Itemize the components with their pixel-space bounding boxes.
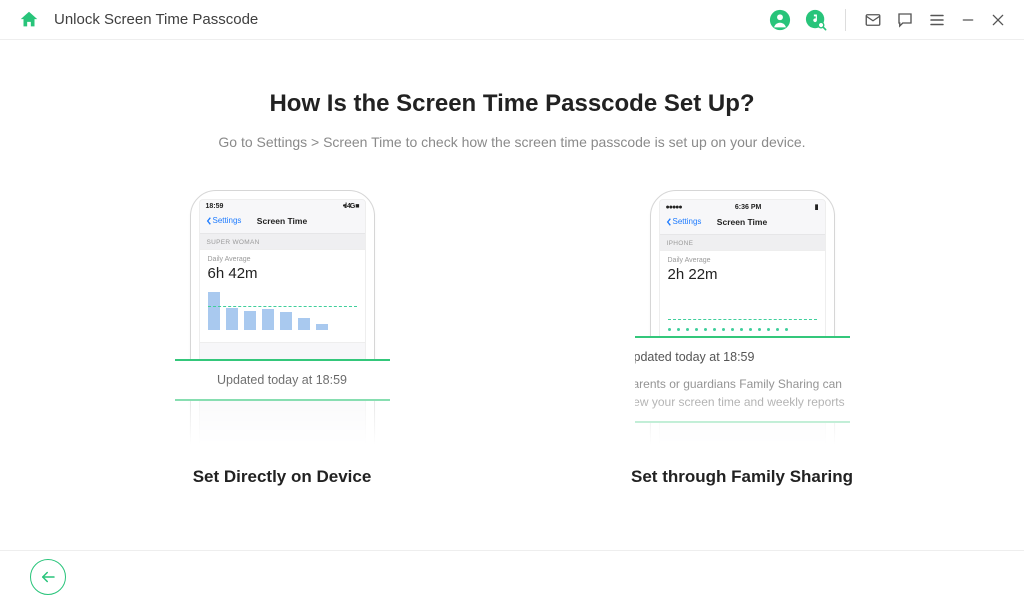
phone-mockup-right: ●●●●● 6:36 PM ▮ Settings Screen Time IPH… <box>635 190 850 445</box>
close-icon[interactable] <box>990 12 1006 28</box>
option-family-sharing[interactable]: ●●●●● 6:36 PM ▮ Settings Screen Time IPH… <box>592 190 892 487</box>
account-icon[interactable] <box>769 9 791 31</box>
phone-section-label: SUPER WOMAN <box>200 234 365 249</box>
phone-time: 18:59 <box>206 203 224 210</box>
phone-mockup-left: 18:59 •ıl 4G ■ Settings Screen Time SUPE… <box>175 190 390 445</box>
phone-time: 6:36 PM <box>735 204 761 211</box>
main-content: How Is the Screen Time Passcode Set Up? … <box>0 40 1024 487</box>
usage-dot-chart <box>668 289 817 339</box>
home-icon[interactable] <box>18 9 40 31</box>
header-bar: Unlock Screen Time Passcode <box>0 0 1024 40</box>
overlay-line1: Updated today at 18:59 <box>635 348 850 366</box>
option-label-direct: Set Directly on Device <box>193 467 372 487</box>
header-right <box>769 9 1006 31</box>
overlay-family-sharing: Updated today at 18:59 Parents or guardi… <box>635 336 850 423</box>
phone-nav-title: Screen Time <box>200 216 365 226</box>
option-direct-device[interactable]: 18:59 •ıl 4G ■ Settings Screen Time SUPE… <box>132 190 432 487</box>
phone-signal-dots: ●●●●● <box>666 204 682 211</box>
overlay-line2: Parents or guardians Family Sharing can … <box>635 376 850 411</box>
phone-nav-title: Screen Time <box>660 217 825 227</box>
mail-icon[interactable] <box>864 11 882 29</box>
daily-average-value: 2h 22m <box>668 266 817 283</box>
header-left: Unlock Screen Time Passcode <box>18 9 769 31</box>
header-divider <box>845 9 846 31</box>
menu-icon[interactable] <box>928 11 946 29</box>
daily-average-label: Daily Average <box>668 257 817 264</box>
overlay-updated-text: Updated today at 18:59 <box>175 359 390 401</box>
daily-average-value: 6h 42m <box>208 265 357 282</box>
footer-bar <box>0 550 1024 602</box>
music-search-icon[interactable] <box>805 9 827 31</box>
phone-signal: •ıl 4G ■ <box>343 203 359 210</box>
back-button[interactable] <box>30 559 66 595</box>
option-label-family: Set through Family Sharing <box>631 467 853 487</box>
options-row: 18:59 •ıl 4G ■ Settings Screen Time SUPE… <box>0 190 1024 487</box>
header-title: Unlock Screen Time Passcode <box>54 11 258 28</box>
main-subtitle: Go to Settings > Screen Time to check ho… <box>0 134 1024 150</box>
feedback-icon[interactable] <box>896 11 914 29</box>
daily-average-label: Daily Average <box>208 256 357 263</box>
usage-bar-chart <box>208 288 357 338</box>
main-title: How Is the Screen Time Passcode Set Up? <box>0 90 1024 118</box>
phone-section-label: IPHONE <box>660 235 825 250</box>
minimize-icon[interactable] <box>960 12 976 28</box>
phone-battery: ▮ <box>815 203 819 211</box>
